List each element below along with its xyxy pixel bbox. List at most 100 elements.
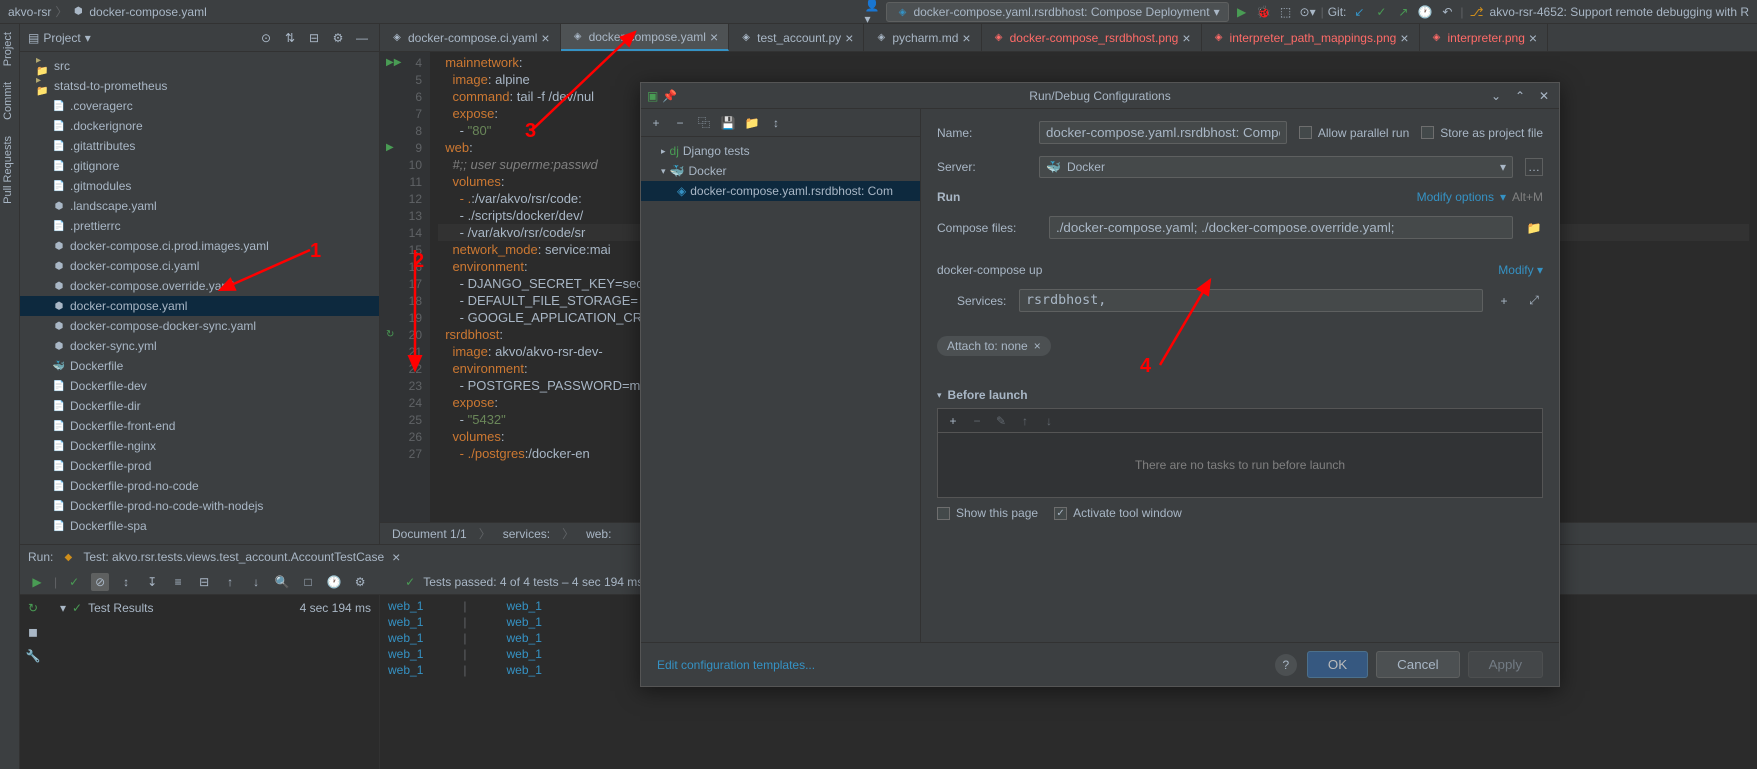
down-icon[interactable]: ↓ [1040, 412, 1058, 430]
browse-icon[interactable]: 📁 [1525, 219, 1543, 237]
path-services[interactable]: services: [503, 527, 550, 541]
gutter-line[interactable]: 8 [388, 122, 422, 139]
tree-item[interactable]: 📄.coveragerc [20, 96, 379, 116]
rerun-icon[interactable]: ↻ [24, 599, 42, 617]
project-tree[interactable]: ▸ 📁src▸ 📁statsd-to-prometheus📄.coverager… [20, 52, 379, 540]
close-icon[interactable]: × [1034, 339, 1041, 353]
tree-item[interactable]: ⬢docker-sync.yml [20, 336, 379, 356]
tab-project[interactable]: Project [0, 24, 16, 74]
show-page-group[interactable]: Show this page [937, 506, 1038, 520]
close-icon[interactable]: × [1182, 30, 1190, 46]
tree-item[interactable]: ⬢docker-compose.override.yaml [20, 276, 379, 296]
gutter-line[interactable]: 16 [388, 258, 422, 275]
gutter-line[interactable]: 26 [388, 428, 422, 445]
gutter-line[interactable]: 14 [388, 224, 422, 241]
gutter-line[interactable]: ▶9 [388, 139, 422, 156]
git-push-icon[interactable]: ↗ [1394, 3, 1412, 21]
path-web[interactable]: web: [586, 527, 611, 541]
close-icon[interactable]: × [710, 29, 718, 45]
tree-item[interactable]: ⬢docker-compose.ci.yaml [20, 256, 379, 276]
branch-label[interactable]: akvo-rsr-4652: Support remote debugging … [1490, 5, 1749, 19]
sort-icon[interactable]: ↕ [767, 114, 785, 132]
gutter-line[interactable]: 18 [388, 292, 422, 309]
test-results-tree[interactable]: ▾ ✓ Test Results 4 sec 194 ms [20, 595, 380, 769]
chevron-down-icon[interactable]: ▾ [937, 390, 942, 401]
tree-django-tests[interactable]: ▸ dj Django tests [641, 141, 920, 161]
search-icon[interactable]: 🔍 [273, 573, 291, 591]
help-icon[interactable]: ? [1275, 654, 1297, 676]
minimize-icon[interactable]: ⌄ [1487, 87, 1505, 105]
tree-item[interactable]: 📄Dockerfile-front-end [20, 416, 379, 436]
modify-options-link[interactable]: Modify options [1417, 190, 1494, 204]
checkbox[interactable] [1054, 507, 1067, 520]
project-title[interactable]: ▤ Project ▾ [28, 31, 257, 45]
stop-icon[interactable]: ◼ [24, 623, 42, 641]
tree-item[interactable]: 📄.gitmodules [20, 176, 379, 196]
tree-item[interactable]: 📄Dockerfile-prod-no-code [20, 476, 379, 496]
gutter-line[interactable]: 23 [388, 377, 422, 394]
select-file-icon[interactable]: ⊙ [257, 29, 275, 47]
store-project-group[interactable]: Store as project file [1421, 126, 1543, 140]
copy-icon[interactable]: ⿻ [695, 114, 713, 132]
collapse-all-icon[interactable]: ⊟ [195, 573, 213, 591]
check-icon[interactable]: ✓ [65, 573, 83, 591]
history-icon[interactable]: 🕐 [325, 573, 343, 591]
expand-all-icon[interactable]: ≡ [169, 573, 187, 591]
add-icon[interactable]: + [944, 412, 962, 430]
tree-item[interactable]: 📄.gitattributes [20, 136, 379, 156]
gutter-line[interactable]: 11 [388, 173, 422, 190]
close-icon[interactable]: ✕ [1535, 87, 1553, 105]
tree-item[interactable]: 📄Dockerfile-dev [20, 376, 379, 396]
services-input[interactable] [1019, 289, 1483, 312]
breadcrumb[interactable]: akvo-rsr 〉 ⬢ docker-compose.yaml [8, 3, 207, 20]
rerun-gutter-icon[interactable]: ↻ [386, 329, 394, 340]
tree-item[interactable]: ⬢docker-compose.yaml [20, 296, 379, 316]
tree-item[interactable]: ▸ 📁src [20, 56, 379, 76]
tree-item[interactable]: 📄.dockerignore [20, 116, 379, 136]
breadcrumb-file[interactable]: docker-compose.yaml [89, 5, 206, 19]
editor-tab[interactable]: ◈docker-compose.yaml× [561, 24, 730, 51]
checkbox[interactable] [1421, 126, 1434, 139]
gutter-line[interactable]: 7 [388, 105, 422, 122]
tree-item[interactable]: 📄Dockerfile-spa [20, 516, 379, 536]
run-icon[interactable]: ▶ [1233, 3, 1251, 21]
tree-item[interactable]: 📄Dockerfile-prod [20, 456, 379, 476]
tab-commit[interactable]: Commit [0, 74, 16, 128]
gutter-line[interactable]: 17 [388, 275, 422, 292]
gear-icon[interactable]: ⚙ [329, 29, 347, 47]
up-icon[interactable]: ↑ [1016, 412, 1034, 430]
expand-icon[interactable]: ⤢ [1525, 292, 1543, 310]
edit-icon[interactable]: ✎ [992, 412, 1010, 430]
tree-item[interactable]: ⬢docker-compose.ci.prod.images.yaml [20, 236, 379, 256]
sort-icon[interactable]: ⊘ [91, 573, 109, 591]
gutter-line[interactable]: 27 [388, 445, 422, 462]
gutter-line[interactable]: ↻20 [388, 326, 422, 343]
editor-tab[interactable]: ◈docker-compose.ci.yaml× [380, 24, 561, 51]
cancel-button[interactable]: Cancel [1376, 651, 1460, 678]
activate-tool-group[interactable]: Activate tool window [1054, 506, 1182, 520]
git-update-icon[interactable]: ↙ [1350, 3, 1368, 21]
branch-icon[interactable]: ⎇ [1468, 3, 1486, 21]
next-icon[interactable]: ↓ [247, 573, 265, 591]
run-gutter-icon[interactable]: ▶▶ [386, 57, 401, 68]
more-icon[interactable]: … [1525, 158, 1543, 176]
close-icon[interactable]: × [392, 549, 400, 565]
tree-docker-compose-item[interactable]: ◈ docker-compose.yaml.rsrdbhost: Com [641, 181, 920, 201]
tree-item[interactable]: 📄Dockerfile-dir [20, 396, 379, 416]
code-line[interactable]: mainnetwork: [438, 54, 1749, 71]
checkbox[interactable] [937, 507, 950, 520]
toggle2-icon[interactable]: ↧ [143, 573, 161, 591]
collapse-icon[interactable]: ⊟ [305, 29, 323, 47]
close-icon[interactable]: × [1400, 30, 1408, 46]
dialog-config-tree[interactable]: ▸ dj Django tests ▾ 🐳 Docker ◈ docker-co… [641, 137, 920, 205]
editor-tab[interactable]: ◈interpreter.png× [1420, 24, 1549, 51]
gutter-line[interactable]: 24 [388, 394, 422, 411]
dialog-header[interactable]: ▣ 📌 Run/Debug Configurations ⌄ ⌃ ✕ [641, 83, 1559, 109]
play-gutter-icon[interactable]: ▶ [386, 142, 394, 153]
gutter-line[interactable]: 19 [388, 309, 422, 326]
git-commit-icon[interactable]: ✓ [1372, 3, 1390, 21]
close-icon[interactable]: × [845, 30, 853, 46]
tree-item[interactable]: 📄.gitignore [20, 156, 379, 176]
debug-icon[interactable]: 🐞 [1255, 3, 1273, 21]
tree-item[interactable]: 📄Dockerfile-prod-no-code-with-nodejs [20, 496, 379, 516]
